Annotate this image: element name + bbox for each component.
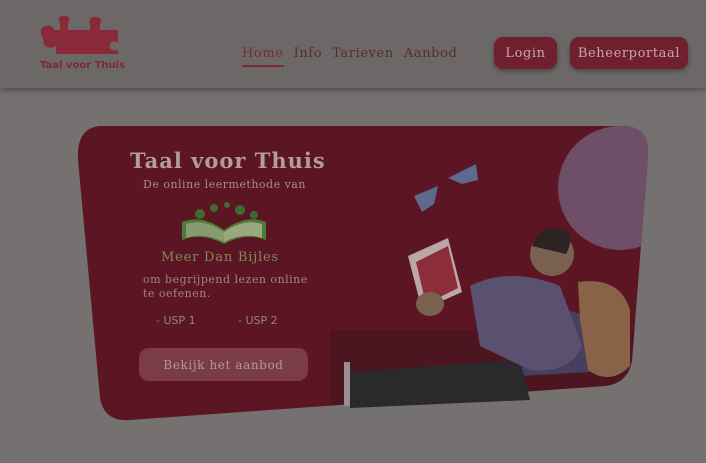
- view-offer-button[interactable]: Bekijk het aanbod: [139, 348, 308, 381]
- hero-description: om begrijpend lezen online te oefenen.: [143, 273, 308, 300]
- hero-subtitle: De online leermethode van: [143, 178, 306, 191]
- product-name: Meer Dan Bijles: [161, 250, 279, 265]
- reading-person-illustration: [344, 164, 630, 408]
- paper-bird-icon: [414, 186, 438, 212]
- paper-bird-icon: [448, 164, 478, 184]
- hero-title: Taal voor Thuis: [130, 148, 326, 173]
- usp-item: - USP 1: [156, 314, 196, 327]
- usp-item: - USP 2: [238, 314, 278, 327]
- hero-section: Taal voor Thuis De online leermethode va…: [0, 0, 706, 463]
- open-book-icon: [182, 202, 266, 244]
